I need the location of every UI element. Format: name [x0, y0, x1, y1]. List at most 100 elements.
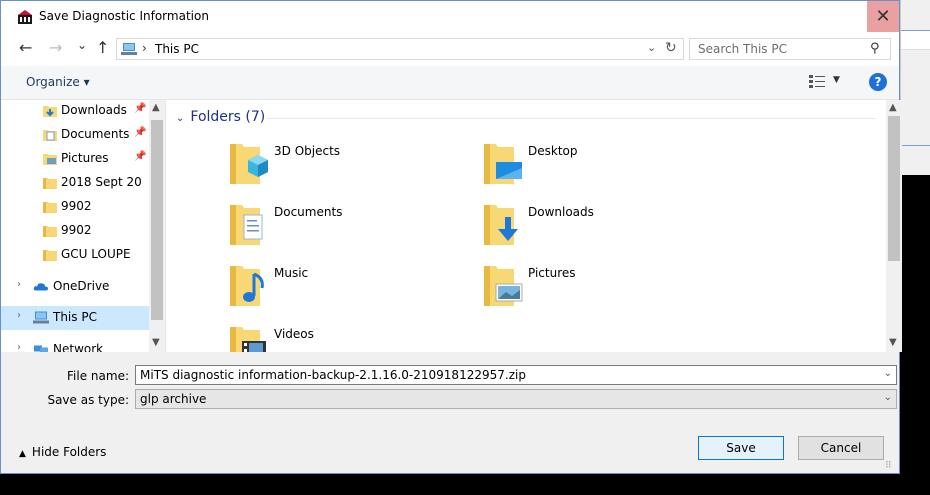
- navigation-bar: ← → ⌄ ↑ › This PC ⌄ ↻ Search This PC ⚲: [1, 32, 899, 66]
- view-dropdown-icon[interactable]: ▼: [833, 75, 840, 85]
- scroll-up-icon[interactable]: ▲: [889, 102, 897, 113]
- scroll-up-icon[interactable]: ▲: [152, 102, 160, 113]
- recent-locations-button[interactable]: ⌄: [77, 37, 87, 53]
- resize-grip-icon[interactable]: ⠿: [885, 461, 892, 471]
- folder-icon: [43, 202, 57, 213]
- nav-item-label: GCU LOUPE: [61, 247, 131, 261]
- background-window-line: [901, 145, 930, 146]
- save-as-type-select[interactable]: glp archive ⌄: [135, 389, 897, 409]
- save-button[interactable]: Save: [698, 436, 784, 460]
- videos-folder-icon: [230, 327, 266, 352]
- folder-item-3d-objects[interactable]: 3D Objects: [230, 140, 470, 196]
- nav-item-label: Pictures: [61, 151, 109, 165]
- documents-folder-icon: [230, 205, 263, 245]
- collapse-chevron-icon: ⌄: [176, 113, 185, 124]
- hide-folders-button[interactable]: ▲ Hide Folders: [19, 445, 106, 459]
- background-window-strip: [901, 30, 930, 50]
- chevron-up-icon: ▲: [19, 449, 26, 459]
- address-dropdown-icon[interactable]: ⌄: [647, 41, 656, 54]
- mits-logo-icon: [18, 10, 32, 24]
- desktop-folder-icon: [484, 144, 522, 184]
- folder-item-documents[interactable]: Documents: [230, 201, 470, 257]
- close-button[interactable]: ✕: [867, 1, 899, 32]
- 3d-objects-folder-icon: [230, 144, 268, 184]
- address-bar[interactable]: › This PC ⌄ ↻: [116, 38, 684, 60]
- nav-item-2018-sept-20[interactable]: 2018 Sept 20: [1, 171, 149, 195]
- scrollbar-thumb[interactable]: [888, 116, 900, 261]
- save-as-type-label: Save as type:: [47, 393, 129, 407]
- search-input[interactable]: Search This PC: [698, 42, 787, 56]
- breadcrumb-separator[interactable]: ›: [142, 41, 147, 55]
- window-title: Save Diagnostic Information: [39, 9, 209, 23]
- file-name-field[interactable]: MiTS diagnostic information-backup-2.1.1…: [135, 365, 897, 385]
- nav-item-downloads[interactable]: Downloads 📌: [1, 100, 149, 123]
- chevron-down-icon[interactable]: ⌄: [884, 392, 892, 403]
- expand-chevron-icon[interactable]: ›: [17, 310, 21, 321]
- network-icon: [34, 345, 48, 352]
- onedrive-cloud-icon: [33, 283, 48, 291]
- folder-icon: [43, 250, 57, 261]
- nav-item-label: Downloads: [61, 103, 127, 117]
- folder-item-pictures[interactable]: Pictures: [484, 262, 724, 318]
- file-name-label: File name:: [67, 369, 129, 383]
- expand-chevron-icon[interactable]: ›: [17, 279, 21, 290]
- back-button[interactable]: ←: [19, 40, 32, 56]
- nav-item-label: Documents: [61, 127, 130, 141]
- group-header-folders[interactable]: ⌄ Folders (7): [176, 109, 265, 125]
- search-box[interactable]: Search This PC ⚲: [689, 38, 891, 60]
- folder-label: Documents: [274, 205, 343, 219]
- folder-label: Pictures: [528, 266, 576, 280]
- close-icon: ✕: [875, 6, 891, 27]
- breadcrumb-this-pc[interactable]: This PC: [155, 42, 199, 56]
- nav-item-label: 2018 Sept 20: [61, 175, 142, 189]
- nav-item-9902[interactable]: 9902: [1, 195, 149, 219]
- folder-item-videos[interactable]: Videos: [230, 323, 470, 352]
- pictures-folder-icon: [484, 266, 523, 306]
- nav-item-label: OneDrive: [53, 279, 110, 293]
- folder-item-desktop[interactable]: Desktop: [484, 140, 724, 196]
- refresh-icon[interactable]: ↻: [665, 40, 677, 56]
- folder-item-downloads[interactable]: Downloads: [484, 201, 724, 257]
- view-options-icon[interactable]: [809, 74, 825, 88]
- hide-folders-label: Hide Folders: [31, 445, 107, 459]
- nav-item-pictures[interactable]: Pictures 📌: [1, 147, 149, 171]
- scrollbar-thumb[interactable]: [151, 120, 163, 320]
- folder-icon: [43, 178, 57, 189]
- cancel-button[interactable]: Cancel: [798, 436, 884, 460]
- downloads-folder-icon: [484, 205, 518, 245]
- folder-item-music[interactable]: Music: [230, 262, 470, 318]
- nav-item-network[interactable]: › Network: [1, 338, 149, 352]
- nav-item-this-pc[interactable]: › This PC: [1, 306, 149, 330]
- documents-folder-icon: [43, 130, 57, 141]
- downloads-folder-icon: [43, 106, 57, 117]
- this-pc-icon: [33, 311, 49, 324]
- nav-item-documents[interactable]: Documents 📌: [1, 123, 149, 147]
- scroll-down-icon[interactable]: ▼: [152, 337, 160, 348]
- background-window-edge: [900, 0, 930, 175]
- scroll-down-icon[interactable]: ▼: [889, 337, 897, 348]
- file-list: ⌄ Folders (7) 3D Objects Desktop Documen…: [166, 100, 886, 352]
- file-name-input[interactable]: MiTS diagnostic information-backup-2.1.1…: [140, 368, 526, 382]
- folder-label: Downloads: [528, 205, 594, 219]
- up-button[interactable]: ↑: [96, 40, 109, 56]
- forward-button[interactable]: →: [49, 40, 62, 56]
- help-icon[interactable]: ?: [869, 73, 887, 91]
- nav-item-label: 9902: [61, 223, 92, 237]
- search-icon[interactable]: ⚲: [870, 41, 880, 56]
- nav-item-gcu-loupe[interactable]: GCU LOUPE: [1, 243, 149, 267]
- nav-item-onedrive[interactable]: › OneDrive: [1, 275, 149, 299]
- nav-item-9902[interactable]: 9902: [1, 219, 149, 243]
- folder-label: 3D Objects: [274, 144, 341, 158]
- expand-chevron-icon[interactable]: ›: [17, 342, 21, 352]
- music-folder-icon: [230, 266, 264, 306]
- folder-label: Music: [274, 266, 309, 280]
- file-list-scrollbar[interactable]: ▲ ▼: [886, 100, 902, 352]
- nav-item-label: Network: [53, 342, 104, 352]
- pin-icon: 📌: [134, 103, 147, 114]
- organize-button[interactable]: Organize ▾: [26, 75, 90, 89]
- nav-pane-scrollbar[interactable]: ▲ ▼: [149, 100, 165, 352]
- navigation-pane: Downloads 📌 Documents 📌 Pictures 📌 2018 …: [1, 100, 165, 352]
- folder-label: Videos: [274, 327, 314, 341]
- chevron-down-icon[interactable]: ⌄: [884, 368, 892, 379]
- group-label: Folders (7): [190, 109, 266, 125]
